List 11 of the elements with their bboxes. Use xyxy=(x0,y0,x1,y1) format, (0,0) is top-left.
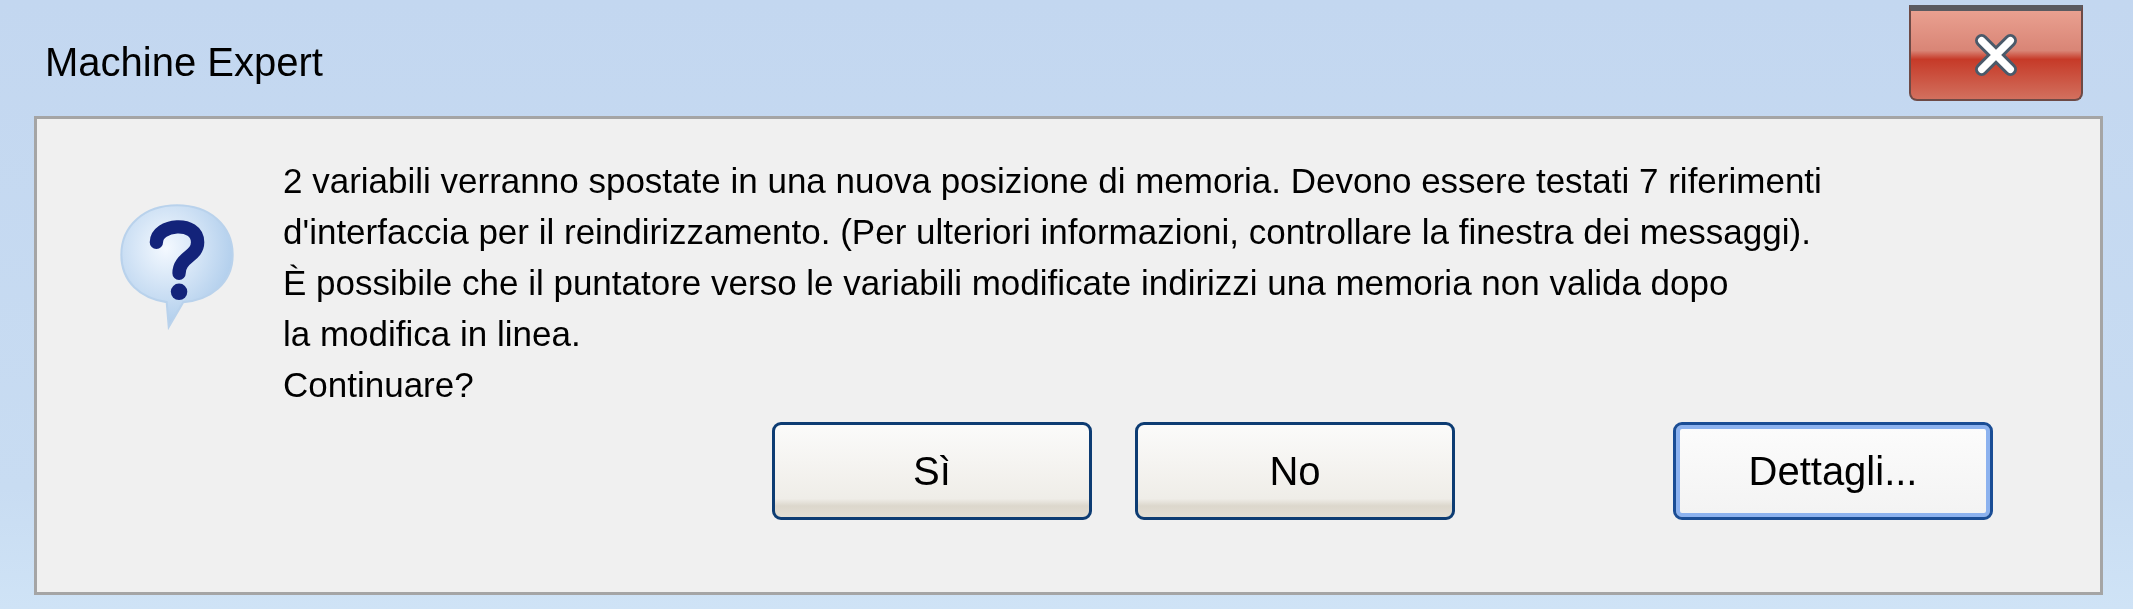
window-title: Machine Expert xyxy=(45,40,323,85)
message-text: 2 variabili verranno spostate in una nuova posizione di memoria. Devono essere testati 7 riferimenti xyxy=(283,160,1822,202)
dialog-button[interactable]: No xyxy=(1135,422,1455,520)
close-icon xyxy=(1972,31,2020,79)
dialog-button[interactable]: Dettagli... xyxy=(1673,422,1993,520)
message-text: la modifica in linea. xyxy=(283,313,582,355)
message-text: d'interfaccia per il reindirizzamento. (Per ulteriori informazioni, controllare la finestra dei messaggi). xyxy=(283,211,1812,253)
dialog-button[interactable]: Sì xyxy=(772,422,1092,520)
close-button[interactable] xyxy=(1909,5,2083,101)
message-text: Continuare? xyxy=(283,364,475,406)
message-text: È possibile che il puntatore verso le variabili modificate indirizzi una memoria non valida dopo xyxy=(283,262,1730,304)
